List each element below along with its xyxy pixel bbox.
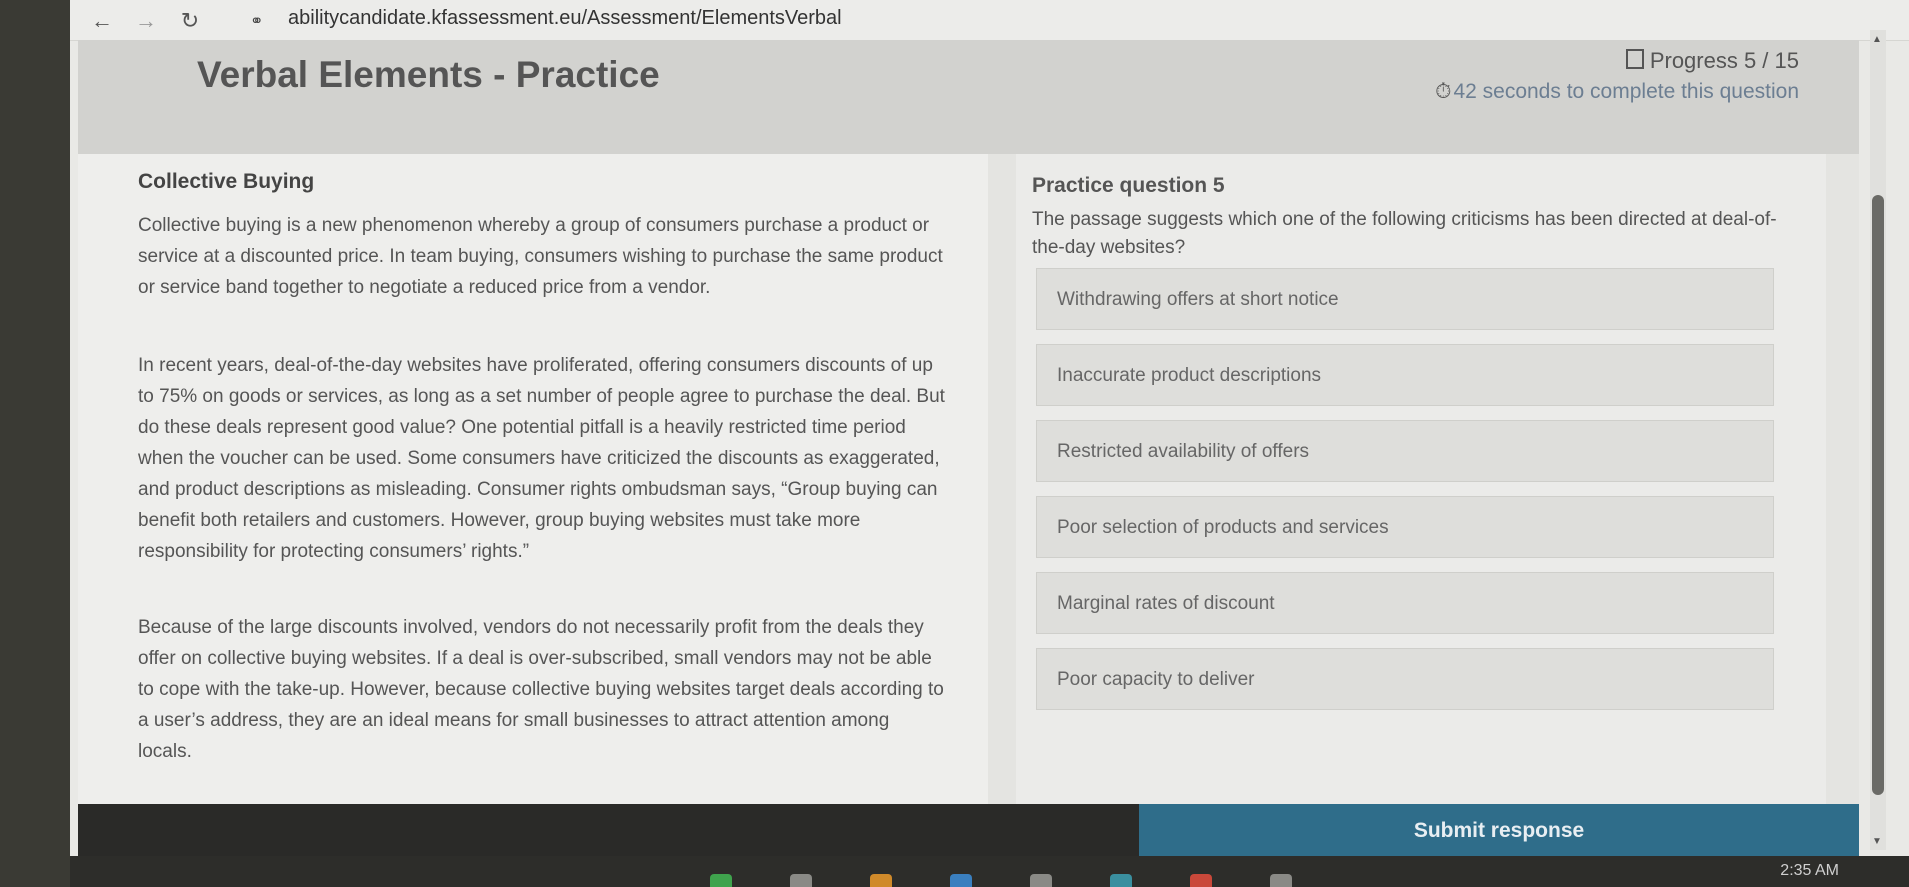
answer-option-4[interactable]: Poor selection of products and services [1036,496,1774,558]
taskbar-app-icon[interactable] [1190,874,1212,887]
address-bar[interactable]: abilitycandidate.kfassessment.eu/Assessm… [288,7,842,30]
question-panel: Practice question 5 The passage suggests… [1016,154,1826,804]
passage-panel: Collective Buying Collective buying is a… [78,154,988,804]
scroll-up-icon[interactable]: ▲ [1872,34,1882,45]
page-footer: Submit response [78,804,1859,856]
taskbar-clock: 2:35 AM [1780,862,1839,879]
answer-option-1[interactable]: Withdrawing offers at short notice [1036,268,1774,330]
answer-option-6[interactable]: Poor capacity to deliver [1036,648,1774,710]
taskbar-app-icon[interactable] [710,874,732,887]
scrollbar-thumb[interactable] [1872,195,1884,795]
passage-paragraph: Because of the large discounts involved,… [138,617,944,762]
progress-icon [1625,49,1644,69]
browser-toolbar: ← → ↻ ⚭ abilitycandidate.kfassessment.eu… [70,0,1909,41]
answer-option-3[interactable]: Restricted availability of offers [1036,420,1774,482]
reload-icon[interactable]: ↻ [176,8,204,34]
answer-option-5[interactable]: Marginal rates of discount [1036,572,1774,634]
screen: ← → ↻ ⚭ abilitycandidate.kfassessment.eu… [70,0,1909,887]
stopwatch-icon: ⏱ [1435,80,1452,103]
taskbar-app-icon[interactable] [1270,874,1292,887]
page-scrollbar[interactable]: ▲ ▼ [1870,30,1886,850]
passage-paragraph: Collective buying is a new phenomenon wh… [138,215,943,298]
submit-response-button[interactable]: Submit response [1139,804,1859,856]
passage-title: Collective Buying [138,170,315,193]
forward-arrow-icon[interactable]: → [132,8,160,34]
taskbar-app-icon[interactable] [1030,874,1052,887]
site-settings-icon[interactable]: ⚭ [250,11,263,31]
passage-paragraph: In recent years, deal-of-the-day website… [138,355,945,562]
scroll-down-icon[interactable]: ▼ [1872,836,1882,847]
main-content: Collective Buying Collective buying is a… [78,154,1859,804]
progress-indicator: Progress 5 / 15 [1625,48,1799,74]
taskbar-app-icon[interactable] [950,874,972,887]
os-taskbar: 2:35 AM [70,856,1909,887]
question-text: The passage suggests which one of the fo… [1032,209,1777,258]
answer-option-2[interactable]: Inaccurate product descriptions [1036,344,1774,406]
taskbar-app-icon[interactable] [790,874,812,887]
page-title: Verbal Elements - Practice [197,54,660,95]
taskbar-app-icon[interactable] [1110,874,1132,887]
taskbar-app-icon[interactable] [870,874,892,887]
back-arrow-icon[interactable]: ← [88,8,116,34]
question-heading: Practice question 5 [1032,174,1225,197]
question-timer: ⏱42 seconds to complete this question [1435,80,1799,103]
